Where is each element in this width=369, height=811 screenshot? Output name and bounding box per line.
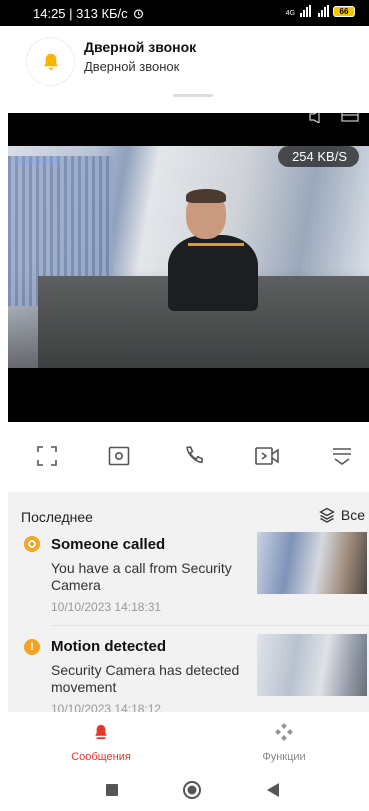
live-video[interactable]: 2023-10-10 254 KB/S: [8, 113, 369, 422]
record-icon[interactable]: [253, 442, 281, 470]
event-description: You have a call from Security Camera: [51, 560, 232, 593]
person-figure: [168, 189, 268, 311]
activity-panel: Последнее Все Someone called You have a …: [8, 492, 369, 712]
layers-icon: [319, 507, 335, 523]
notification-title: Дверной звонок: [84, 39, 197, 55]
status-bar: 14:25 | 313 КБ/с 4G 66: [0, 0, 369, 26]
bitrate-badge: 254 KB/S: [278, 146, 359, 167]
tab-label: Функции: [262, 751, 306, 763]
control-bar: [0, 422, 369, 492]
bell-icon: [95, 724, 107, 740]
ring-icon: [24, 536, 40, 552]
functions-icon: [275, 723, 293, 741]
all-button[interactable]: Все: [319, 507, 365, 523]
battery-icon: 66: [333, 6, 355, 17]
home-icon[interactable]: [182, 780, 202, 800]
menu-icon[interactable]: [328, 442, 356, 470]
net-type-label: 4G: [285, 10, 295, 17]
tab-functions[interactable]: Функции: [234, 722, 334, 763]
drag-handle[interactable]: [173, 94, 213, 97]
recent-header: Последнее: [21, 509, 93, 525]
alert-icon: !: [24, 639, 40, 655]
bottom-tab-bar: Сообщения Функции: [0, 712, 369, 770]
status-time: 14:25 | 313 КБ/с: [33, 6, 144, 21]
call-icon[interactable]: [180, 442, 208, 470]
tab-label: Сообщения: [71, 751, 131, 763]
all-label: Все: [340, 507, 365, 523]
event-thumbnail[interactable]: [257, 532, 367, 594]
video-timestamp: 2023-10-10: [14, 156, 61, 166]
event-time: 10/10/2023 14:18:12: [51, 702, 162, 712]
event-description: Security Camera has detected movement: [51, 662, 240, 695]
doorbell-notification[interactable]: Дверной звонок Дверной звонок: [0, 26, 369, 113]
event-time: 10/10/2023 14:18:31: [51, 600, 162, 614]
alarm-icon: [134, 9, 144, 19]
bell-icon: [27, 38, 74, 85]
event-title: Someone called: [51, 536, 166, 553]
snapshot-icon[interactable]: [105, 442, 133, 470]
fullscreen-icon[interactable]: [33, 442, 61, 470]
clock-text: 14:25: [33, 6, 66, 21]
signal-icon-2: [318, 5, 329, 17]
notification-subtitle: Дверной звонок: [84, 59, 180, 74]
system-nav-bar: [0, 770, 369, 811]
status-indicators: 4G 66: [286, 5, 355, 17]
network-speed: 313 КБ/с: [76, 6, 128, 21]
divider: [51, 625, 369, 626]
camera-feed[interactable]: 2023-10-10: [8, 146, 369, 368]
recents-icon[interactable]: [105, 783, 119, 797]
speaker-icon[interactable]: [309, 113, 327, 123]
battery-level: 66: [339, 7, 349, 16]
back-icon[interactable]: [266, 782, 280, 798]
tab-messages[interactable]: Сообщения: [51, 722, 151, 763]
video-top-icons: [309, 113, 359, 123]
event-title: Motion detected: [51, 638, 166, 655]
quality-icon[interactable]: [341, 113, 359, 123]
event-thumbnail[interactable]: [257, 634, 367, 696]
signal-icon: [300, 5, 311, 17]
